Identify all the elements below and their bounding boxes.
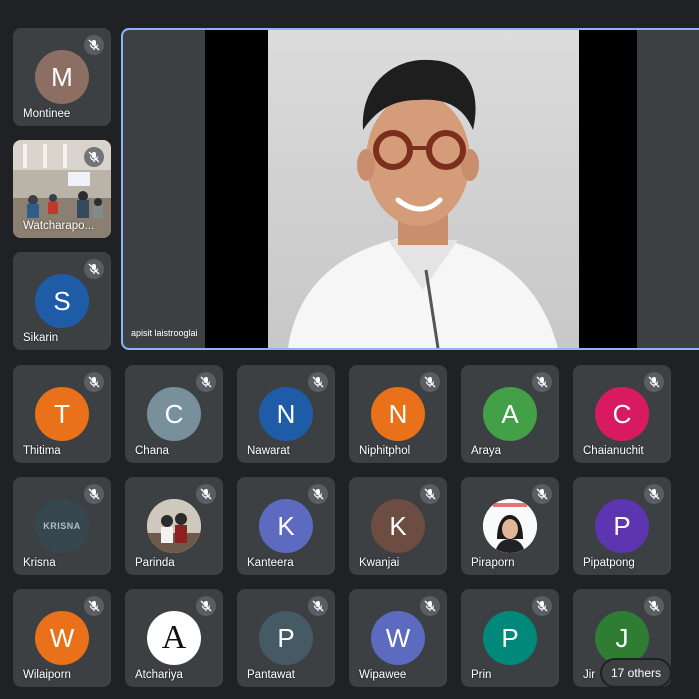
speaker-portrait [288,59,558,348]
mic-off-icon [644,372,664,392]
participant-tile-montinee[interactable]: M Montinee [13,28,111,126]
participant-tile[interactable]: N Nawarat [237,365,335,463]
mic-off-icon [532,596,552,616]
participant-name: Araya [471,445,502,457]
mic-off-icon [84,35,104,55]
avatar: C [147,387,201,441]
participant-tile-sikarin[interactable]: S Sikarin [13,252,111,350]
avatar: M [35,50,89,104]
mic-off-icon [420,484,440,504]
participant-tile[interactable]: W Wipawee [349,589,447,687]
participant-name: Wilaiporn [23,669,71,681]
mic-off-icon [420,596,440,616]
participant-tile[interactable]: Parinda [125,477,223,575]
mic-off-icon [196,372,216,392]
participant-name: Kanteera [247,557,294,569]
mic-off-icon [84,372,104,392]
mic-off-icon [308,484,328,504]
avatar: N [259,387,313,441]
avatar: P [483,611,537,665]
participant-name: Prin [471,669,492,681]
avatar: T [35,387,89,441]
avatar: A [483,387,537,441]
participant-name: Chana [135,445,169,457]
participant-tile[interactable]: N Niphitphol [349,365,447,463]
participant-name: Kwanjai [359,557,400,569]
mic-off-icon [84,596,104,616]
mic-off-icon [420,372,440,392]
avatar: C [595,387,649,441]
participant-tile[interactable]: T Thitima [13,365,111,463]
avatar: K [259,499,313,553]
participant-tile[interactable]: K Kwanjai [349,477,447,575]
avatar: P [259,611,313,665]
avatar-photo [483,499,537,553]
mic-off-icon [532,484,552,504]
mic-off-icon [308,372,328,392]
avatar: KRISNA [35,499,89,553]
mic-off-icon [196,596,216,616]
participant-tile[interactable]: P Pantawat [237,589,335,687]
participant-name: Pantawat [247,669,295,681]
avatar: S [35,274,89,328]
avatar-photo [147,499,201,553]
participant-name: Parinda [135,557,175,569]
participant-name: Sikarin [23,332,59,344]
participant-name: Wipawee [359,669,407,681]
participant-name: Atchariya [135,669,183,681]
featured-speaker-name: apisit laistrooglai [131,328,198,338]
participant-tile[interactable]: W Wilaiporn [13,589,111,687]
avatar: W [35,611,89,665]
featured-speaker-tile[interactable]: apisit laistrooglai [121,28,699,350]
participant-tile[interactable]: P Prin [461,589,559,687]
participant-name: Jir [583,669,596,681]
speaker-video [268,30,579,348]
mic-off-icon [644,596,664,616]
participant-tile[interactable]: A Araya [461,365,559,463]
avatar: A [147,611,201,665]
participant-tile[interactable]: P Pipatpong [573,477,671,575]
participant-tile[interactable]: A Atchariya [125,589,223,687]
participant-name: Nawarat [247,445,290,457]
mic-off-icon [84,259,104,279]
avatar: W [371,611,425,665]
avatar: N [371,387,425,441]
participant-tile[interactable]: K Kanteera [237,477,335,575]
mic-off-icon [84,484,104,504]
avatar: P [595,499,649,553]
participant-name: Piraporn [471,557,515,569]
participant-name: Thitima [23,445,61,457]
mic-off-icon [532,372,552,392]
participant-name: Pipatpong [583,557,635,569]
participant-name: Niphitphol [359,445,411,457]
participant-tile[interactable]: Piraporn [461,477,559,575]
others-count-button[interactable]: 17 others [602,660,670,686]
participant-tile[interactable]: KRISNA Krisna [13,477,111,575]
avatar: K [371,499,425,553]
mic-off-icon [196,484,216,504]
participant-tile[interactable]: C Chana [125,365,223,463]
participant-name: Watcharapo... [23,220,95,232]
avatar: J [595,611,649,665]
participant-name: Chaianuchit [583,445,644,457]
participant-name: Montinee [23,108,71,120]
mic-off-icon [644,484,664,504]
participant-tile-watcharapo[interactable]: Watcharapo... [13,140,111,238]
participant-name: Krisna [23,557,56,569]
mic-off-icon [308,596,328,616]
participant-tile[interactable]: C Chaianuchit [573,365,671,463]
mic-off-icon [84,147,104,167]
